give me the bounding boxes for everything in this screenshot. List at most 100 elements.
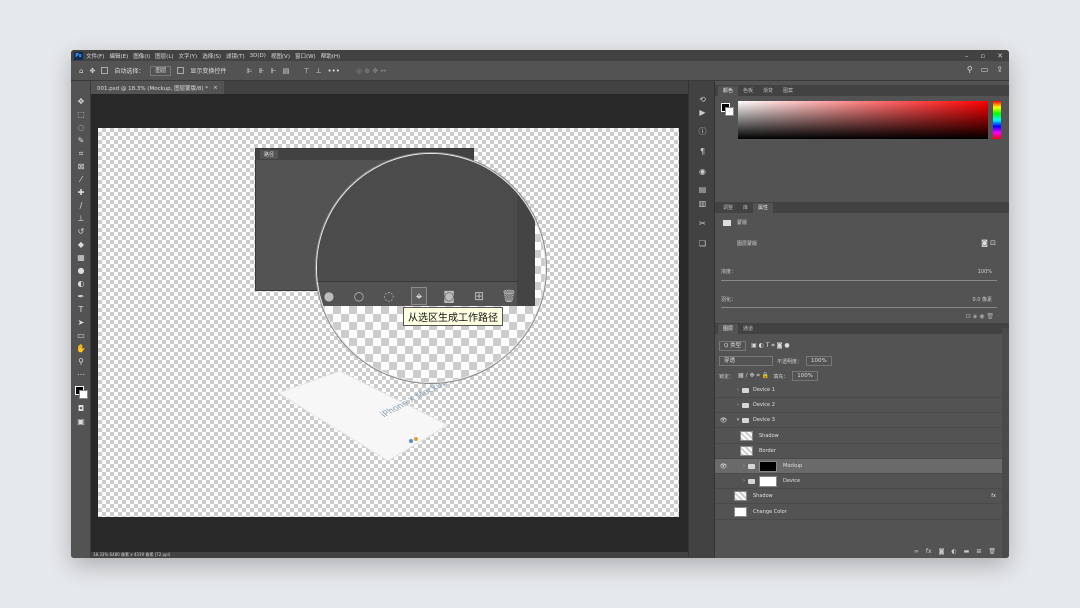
clone-source-icon[interactable]: ❏ — [697, 239, 708, 249]
distribute-icon[interactable]: ▤ — [283, 67, 290, 75]
mask-thumbnail[interactable] — [759, 475, 777, 487]
expand-arrow-icon[interactable]: › — [734, 402, 742, 408]
color-bg-swatch[interactable] — [725, 107, 734, 116]
menu-3d[interactable]: 3D(D) — [250, 53, 266, 59]
feather-slider[interactable] — [721, 307, 997, 308]
minimize-icon[interactable]: – — [965, 52, 969, 60]
tab-libraries[interactable]: 库 — [738, 203, 753, 213]
eraser-icon[interactable]: ◆ — [75, 240, 87, 250]
layer-thumbnail[interactable] — [734, 491, 747, 502]
auto-select-checkbox[interactable] — [101, 67, 109, 74]
menu-type[interactable]: 文字(Y) — [179, 52, 198, 60]
glyphs-icon[interactable]: ¶ — [697, 147, 708, 157]
hue-slider[interactable] — [993, 101, 1001, 139]
fill-field[interactable]: 100% — [792, 371, 818, 381]
add-mask-icon[interactable]: ◙ — [441, 287, 457, 305]
expand-arrow-icon[interactable]: › — [734, 387, 742, 393]
layer-row[interactable]: Border — [715, 444, 1002, 459]
density-slider[interactable] — [721, 280, 997, 281]
stroke-path-icon[interactable]: ○ — [351, 287, 367, 305]
tab-color[interactable]: 颜色 — [718, 86, 739, 96]
share-icon[interactable]: ⇪ — [996, 65, 1003, 74]
tab-gradients[interactable]: 渐变 — [758, 86, 778, 96]
quick-mask-icon[interactable]: ◘ — [75, 404, 87, 414]
screen-mode-icon[interactable]: ▣ — [75, 417, 87, 427]
more-options-icon[interactable]: ••• — [328, 67, 340, 75]
blend-mode-dropdown[interactable]: 穿透 — [719, 356, 773, 366]
layers-scrollbar[interactable] — [1002, 328, 1009, 558]
expand-arrow-icon[interactable]: ▾ — [734, 417, 742, 423]
zoom-icon[interactable]: ⚲ — [75, 357, 87, 367]
layer-row[interactable]: Shadow fx — [715, 489, 1002, 505]
expand-arrow-icon[interactable]: › — [740, 478, 748, 484]
move-tool-icon[interactable]: ✥ — [89, 67, 95, 75]
layer-row[interactable]: Shadow — [715, 429, 1002, 444]
brush-icon[interactable]: ∕ — [75, 201, 87, 211]
tab-layers[interactable]: 图层 — [718, 324, 739, 334]
align-right-icon[interactable]: ⊩ — [271, 67, 277, 75]
link-icon[interactable]: ∞ — [914, 548, 919, 558]
move-icon[interactable]: ✥ — [75, 97, 87, 107]
document-canvas[interactable]: 路径 iPhone X Mockup ● ○ ◌ ⌖ ◙ ⊞ 🗑 从选区生成工作… — [98, 128, 679, 517]
layer-fx-badge[interactable]: fx — [991, 493, 996, 499]
layer-row[interactable]: › Device 2 — [715, 398, 1002, 414]
layer-thumbnail[interactable] — [740, 445, 753, 456]
menu-help[interactable]: 帮助(H) — [321, 52, 340, 60]
close-icon[interactable]: ✕ — [997, 52, 1003, 60]
fill-path-icon[interactable]: ● — [321, 287, 337, 305]
layer-row[interactable]: 👁 › Mockup — [715, 459, 1002, 474]
dodge-icon[interactable]: ◐ — [75, 279, 87, 289]
frame-icon[interactable]: ⊠ — [75, 162, 87, 172]
shape-icon[interactable]: ▭ — [75, 331, 87, 341]
delete-path-icon[interactable]: 🗑 — [501, 287, 517, 305]
marquee-icon[interactable]: ⬚ — [75, 110, 87, 120]
delete-layer-icon[interactable]: 🗑 — [988, 548, 996, 558]
menu-file[interactable]: 文件(F) — [86, 52, 104, 60]
blur-icon[interactable]: ● — [75, 266, 87, 276]
maximize-icon[interactable]: ▫ — [980, 52, 985, 60]
layer-row[interactable]: › Device 1 — [715, 383, 1002, 398]
menu-window[interactable]: 窗口(W) — [295, 52, 316, 60]
add-mask-footer-icon[interactable]: ◙ — [939, 548, 945, 558]
align-middle-icon[interactable]: ⊥ — [315, 67, 321, 75]
menu-view[interactable]: 视图(V) — [271, 52, 290, 60]
info-icon[interactable]: ⓘ — [697, 127, 708, 137]
tab-patterns[interactable]: 图案 — [778, 86, 798, 96]
path-select-icon[interactable]: ➤ — [75, 318, 87, 328]
load-selection-icon[interactable]: ◌ — [381, 287, 397, 305]
make-work-path-icon[interactable]: ⌖ — [410, 287, 428, 305]
mask-actions[interactable]: ⊡ ◈ ◉ 🗑 — [715, 313, 1002, 320]
menu-layer[interactable]: 图层(L) — [155, 52, 173, 60]
layer-thumbnail[interactable] — [734, 506, 747, 517]
adjustment-icon[interactable]: ◐ — [951, 548, 956, 558]
background-color-swatch[interactable] — [79, 390, 88, 399]
menu-filter[interactable]: 滤镜(T) — [226, 52, 245, 60]
gradient-icon[interactable]: ▦ — [75, 253, 87, 263]
eyedropper-icon[interactable]: ⁄ — [75, 175, 87, 185]
pen-icon[interactable]: ✒ — [75, 292, 87, 302]
new-path-icon[interactable]: ⊞ — [471, 287, 487, 305]
tab-properties[interactable]: 属性 — [753, 203, 774, 213]
mask-type-icons[interactable]: ◙ ⊡ — [981, 239, 996, 247]
history-icon[interactable]: ⟲ — [697, 95, 708, 105]
doc-icon[interactable]: ▤ — [697, 185, 708, 195]
notes-icon[interactable]: ▥ — [697, 199, 708, 209]
new-layer-icon[interactable]: ⊞ — [976, 548, 981, 558]
lock-icons[interactable]: ▦ ∕ ✥ ⌗ 🔒 — [738, 372, 769, 380]
visibility-icon[interactable]: 👁 — [719, 463, 728, 470]
expand-arrow-icon[interactable]: › — [740, 463, 748, 469]
stamp-icon[interactable]: ⊥ — [75, 214, 87, 224]
hand-icon[interactable]: ✋ — [75, 344, 87, 354]
healing-icon[interactable]: ✚ — [75, 188, 87, 198]
canvas-area[interactable]: 路径 iPhone X Mockup ● ○ ◌ ⌖ ◙ ⊞ 🗑 从选区生成工作… — [91, 94, 688, 552]
fx-icon[interactable]: fx — [926, 548, 932, 558]
tools-icon[interactable]: ✂ — [697, 219, 708, 229]
play-icon[interactable]: ▶ — [697, 108, 708, 118]
align-center-icon[interactable]: ⊪ — [258, 67, 264, 75]
tab-channels[interactable]: 通道 — [738, 324, 758, 334]
crop-icon[interactable]: ⌗ — [75, 149, 87, 159]
feather-value[interactable]: 0.0 像素 — [972, 296, 992, 303]
layer-thumbnail[interactable] — [740, 430, 753, 441]
type-icon[interactable]: T — [75, 305, 87, 315]
layer-row[interactable]: 👁 ▾ Device 3 — [715, 413, 1002, 429]
